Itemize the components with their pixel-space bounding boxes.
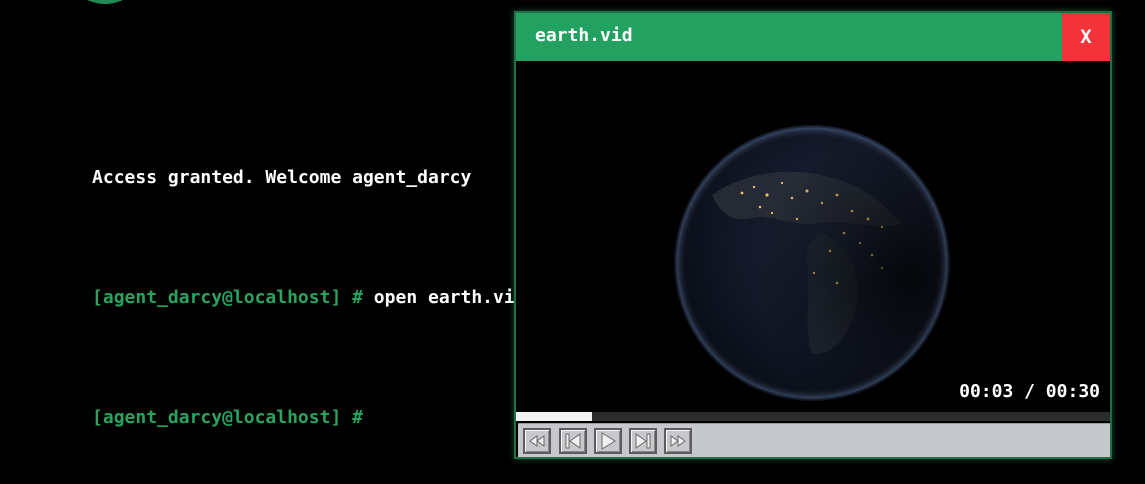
progress-fill	[516, 412, 592, 421]
skip-forward-icon	[635, 433, 651, 449]
skip-forward-button[interactable]	[629, 428, 657, 454]
terminal-prompt: [agent_darcy@localhost] #	[92, 287, 363, 308]
play-button[interactable]	[594, 428, 622, 454]
fast-forward-button[interactable]	[664, 428, 692, 454]
progress-bar[interactable]	[516, 412, 1110, 421]
terminal[interactable]: Access granted. Welcome agent_darcy [age…	[27, 38, 526, 478]
earth-image	[673, 124, 951, 402]
rewind-icon	[529, 435, 545, 447]
desktop: Access granted. Welcome agent_darcy [age…	[0, 0, 1145, 484]
close-button[interactable]: X	[1062, 13, 1110, 61]
fast-forward-icon	[670, 435, 686, 447]
skip-back-icon	[565, 433, 581, 449]
window-title: earth.vid	[535, 25, 633, 46]
video-display[interactable]: 00:03 / 00:30	[516, 61, 1110, 412]
rewind-button[interactable]	[523, 428, 551, 454]
terminal-prompt: [agent_darcy@localhost] #	[92, 407, 363, 428]
terminal-text: open earth.vid	[362, 287, 526, 308]
terminal-text: Access granted. Welcome agent_darcy	[92, 167, 472, 188]
skip-back-button[interactable]	[559, 428, 587, 454]
control-bar	[518, 423, 1110, 457]
terminal-line[interactable]: [agent_darcy@localhost] #	[27, 358, 526, 428]
logo-circle	[64, 0, 146, 4]
terminal-line: [agent_darcy@localhost] # open earth.vid	[27, 238, 526, 308]
terminal-line: Access granted. Welcome agent_darcy	[27, 118, 526, 188]
video-player-window: earth.vid X 00:03 / 00:30	[514, 11, 1112, 459]
title-bar[interactable]: earth.vid X	[516, 13, 1110, 61]
play-icon	[601, 432, 616, 450]
timecode: 00:03 / 00:30	[959, 381, 1100, 402]
